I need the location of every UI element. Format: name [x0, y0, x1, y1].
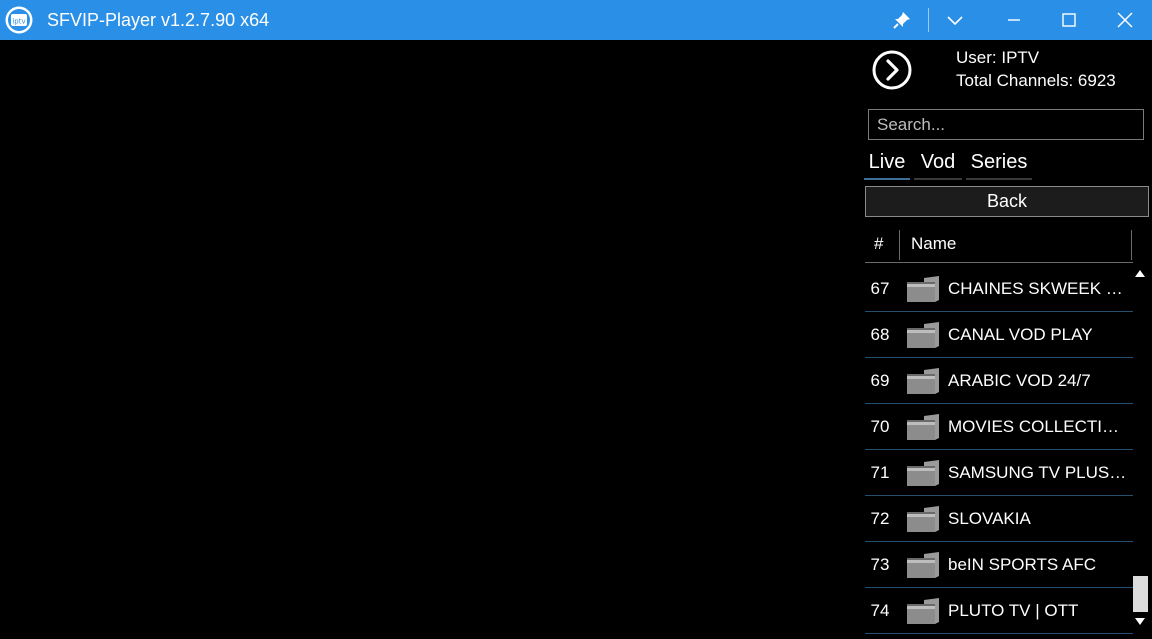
user-info: User: IPTV [956, 48, 1039, 68]
row-number: 72 [870, 509, 890, 528]
category-name: ARABIC VOD 24/7 [948, 371, 1091, 390]
category-list: 67 CHAINES SKWEEK (E... 68 CANAL VOD PLAY 69… [865, 266, 1133, 634]
category-name: PLUTO TV | OTT [948, 601, 1079, 620]
category-name: CHAINES SKWEEK (E... [948, 279, 1128, 298]
title-bar[interactable]: iptv SFVIP-Player v1.2.7.90 x64 [0, 0, 1152, 40]
row-number: 74 [870, 601, 890, 620]
category-name: beIN SPORTS AFC [948, 555, 1097, 574]
total-channels: Total Channels: 6923 [956, 71, 1116, 91]
tab-series-label: Series [970, 151, 1028, 173]
tab-vod-label: Vod [920, 151, 956, 173]
user-label: User: [956, 48, 997, 67]
row-number: 70 [870, 417, 890, 436]
minimize-icon [1008, 19, 1020, 21]
window-title: SFVIP-Player v1.2.7.90 x64 [47, 10, 270, 30]
row-number: 71 [870, 463, 890, 482]
list-item[interactable]: 68 CANAL VOD PLAY [865, 312, 1133, 358]
tab-series[interactable]: Series [966, 148, 1032, 180]
maximize-icon [1062, 13, 1076, 27]
pin-icon [893, 12, 910, 29]
folder-icon [907, 506, 939, 532]
list-item[interactable]: 72 SLOVAKIA [865, 496, 1133, 542]
row-number: 69 [870, 371, 890, 390]
row-number: 73 [870, 555, 890, 574]
column-header-name[interactable]: Name [911, 226, 956, 262]
minimize-button[interactable] [991, 0, 1037, 40]
list-item[interactable]: 69 ARABIC VOD 24/7 [865, 358, 1133, 404]
tab-live[interactable]: Live [864, 148, 910, 180]
list-item[interactable]: 67 CHAINES SKWEEK (E... [865, 266, 1133, 312]
list-item[interactable]: 71 SAMSUNG TV PLUS |... [865, 450, 1133, 496]
close-icon [1117, 12, 1133, 28]
list-item[interactable]: 70 MOVIES COLLECTIO... [865, 404, 1133, 450]
tab-underline [914, 178, 962, 180]
category-name: CANAL VOD PLAY [948, 325, 1093, 344]
titlebar-separator [928, 8, 929, 32]
category-name: MOVIES COLLECTIO... [948, 417, 1128, 436]
tab-underline [864, 178, 910, 180]
channel-sidebar: User: IPTV Total Channels: 6923 Live Vod… [862, 40, 1152, 639]
collapse-sidebar-button[interactable] [872, 50, 912, 90]
category-name: SLOVAKIA [948, 509, 1031, 528]
svg-text:iptv: iptv [12, 18, 25, 26]
back-button[interactable]: Back [865, 186, 1149, 217]
folder-icon [907, 276, 939, 302]
column-divider [1131, 230, 1132, 260]
folder-icon [907, 322, 939, 348]
column-header-number[interactable]: # [874, 226, 883, 262]
row-number: 68 [870, 325, 890, 344]
dropdown-button[interactable] [932, 0, 978, 40]
folder-icon [907, 368, 939, 394]
row-number: 67 [870, 279, 890, 298]
user-value: IPTV [1001, 48, 1040, 67]
list-item[interactable]: 74 PLUTO TV | OTT [865, 588, 1133, 634]
chevron-right-circle-icon [872, 50, 912, 90]
folder-icon [907, 414, 939, 440]
total-channels-value: 6923 [1077, 71, 1116, 90]
tab-live-label: Live [868, 151, 906, 173]
folder-icon [907, 598, 939, 624]
tab-underline [966, 178, 1032, 180]
list-item[interactable]: 73 beIN SPORTS AFC [865, 542, 1133, 588]
scroll-up-arrow-icon[interactable] [1134, 268, 1146, 278]
search-input[interactable] [868, 109, 1144, 140]
maximize-button[interactable] [1046, 0, 1092, 40]
video-area[interactable] [0, 40, 862, 639]
folder-icon [907, 552, 939, 578]
scrollbar-thumb[interactable] [1133, 576, 1148, 612]
pin-button[interactable] [879, 0, 925, 40]
category-name: SAMSUNG TV PLUS |... [948, 463, 1128, 482]
close-button[interactable] [1102, 0, 1148, 40]
chevron-down-icon [947, 16, 963, 26]
tab-vod[interactable]: Vod [914, 148, 962, 180]
column-divider[interactable] [899, 230, 900, 260]
app-logo-icon: iptv [5, 6, 33, 34]
header-divider [865, 262, 1133, 263]
folder-icon [907, 460, 939, 486]
total-channels-label: Total Channels: [956, 71, 1074, 90]
scroll-down-arrow-icon[interactable] [1134, 617, 1146, 627]
